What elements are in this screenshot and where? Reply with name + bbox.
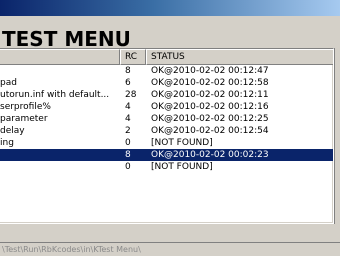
row-rc: 8: [125, 66, 131, 76]
table-scroll-edge: [334, 48, 340, 224]
row-rc: 0: [125, 138, 131, 148]
row-status: OK@2010-02-02 00:12:54: [151, 126, 269, 136]
row-name: delay: [0, 126, 25, 136]
table-row[interactable]: parameter 4 OK@2010-02-02 00:12:25: [0, 113, 333, 125]
row-rc: 8: [125, 150, 131, 160]
row-status: [NOT FOUND]: [151, 162, 213, 172]
row-rc: 0: [125, 162, 131, 172]
row-status: OK@2010-02-02 00:12:25: [151, 114, 269, 124]
row-name: [0, 149, 117, 161]
row-status: OK@2010-02-02 00:12:47: [151, 66, 269, 76]
row-rc: 4: [125, 114, 131, 124]
row-name: ing: [0, 138, 14, 148]
table-row[interactable]: 8 OK@2010-02-02 00:12:47: [0, 65, 333, 77]
row-name: [0, 161, 117, 173]
row-rc: 4: [125, 102, 131, 112]
row-status: OK@2010-02-02 00:12:58: [151, 78, 269, 88]
table-row[interactable]: serprofile% 4 OK@2010-02-02 00:12:16: [0, 101, 333, 113]
row-status: OK@2010-02-02 00:02:23: [151, 150, 269, 160]
column-header-status[interactable]: STATUS: [146, 49, 333, 65]
table-row[interactable]: utorun.inf with default... 28 OK@2010-02-0…: [0, 89, 333, 101]
column-header-name[interactable]: [0, 49, 120, 65]
column-header-rc[interactable]: RC: [120, 49, 146, 65]
row-name: parameter: [0, 114, 48, 124]
table-row[interactable]: pad 6 OK@2010-02-02 00:12:58: [0, 77, 333, 89]
results-table[interactable]: RC STATUS 8 OK@2010-02-02 00:12:47 pad 6 OK@…: [0, 48, 334, 224]
row-name: [0, 65, 117, 77]
title-bar: [0, 0, 340, 16]
table-row[interactable]: delay 2 OK@2010-02-02 00:12:54: [0, 125, 333, 137]
table-row[interactable]: ing 0 [NOT FOUND]: [0, 137, 333, 149]
row-name: serprofile%: [0, 102, 51, 112]
row-name: utorun.inf with default...: [0, 90, 110, 100]
status-path: \Test\Run\RbKcodes\in\KTest Menu\: [2, 245, 141, 254]
row-rc: 6: [125, 78, 131, 88]
row-status: OK@2010-02-02 00:12:16: [151, 102, 269, 112]
table-row[interactable]: 8 OK@2010-02-02 00:02:23: [0, 149, 333, 161]
row-status: OK@2010-02-02 00:12:11: [151, 90, 269, 100]
row-name: pad: [0, 78, 17, 88]
row-status: [NOT FOUND]: [151, 138, 213, 148]
status-bar: \Test\Run\RbKcodes\in\KTest Menu\: [0, 242, 340, 256]
table-row[interactable]: 0 [NOT FOUND]: [0, 161, 333, 173]
row-rc: 2: [125, 126, 131, 136]
row-rc: 28: [125, 90, 137, 100]
